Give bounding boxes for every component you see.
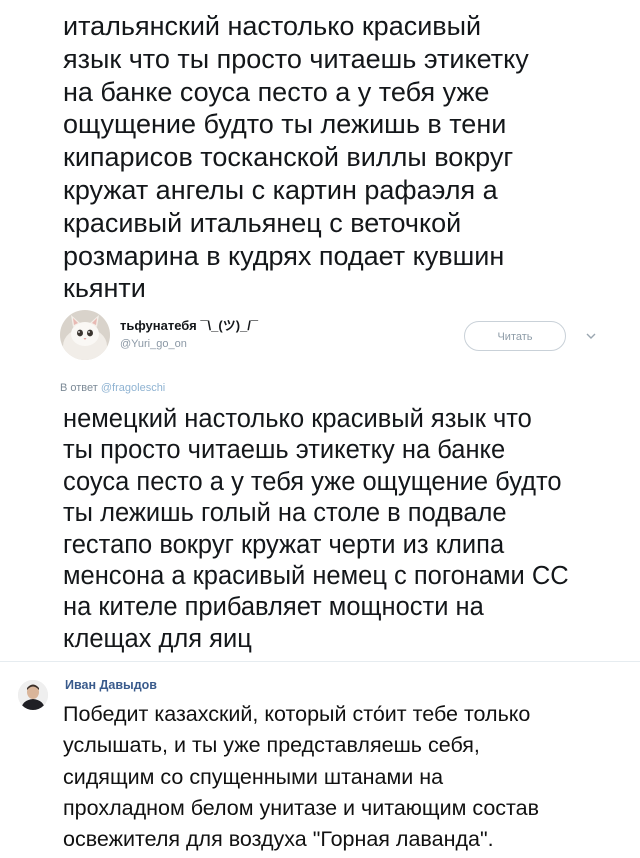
reply-tweet-text: немецкий настолько красивый язык что ты …: [63, 405, 569, 653]
comment-text: Победит казахский, который сто́ит тебе т…: [63, 702, 540, 852]
display-name[interactable]: тьфунатебя ¯\_(ツ)_/¯: [120, 318, 258, 334]
reply-to-mention[interactable]: @fragoleschi: [101, 382, 165, 394]
user-avatar[interactable]: [18, 680, 48, 710]
chevron-down-icon[interactable]: [583, 328, 599, 344]
comment: Иван Давыдов Победит казахский, который …: [0, 662, 640, 858]
comment-author[interactable]: Иван Давыдов: [65, 677, 157, 693]
reply-to-prefix: В ответ: [60, 382, 98, 394]
main-tweet-text: итальянский настолько красивый язык что …: [63, 11, 529, 304]
reply-tweet-header: тьфунатебя ¯\_(ツ)_/¯ @Yuri_go_on Читать: [60, 310, 620, 370]
user-handle[interactable]: @Yuri_go_on: [120, 336, 258, 352]
reply-to-line: В ответ @fragoleschi: [60, 381, 165, 395]
cat-avatar[interactable]: [60, 310, 110, 360]
follow-button[interactable]: Читать: [464, 321, 566, 351]
user-block[interactable]: тьфунатебя ¯\_(ツ)_/¯ @Yuri_go_on: [120, 318, 258, 352]
